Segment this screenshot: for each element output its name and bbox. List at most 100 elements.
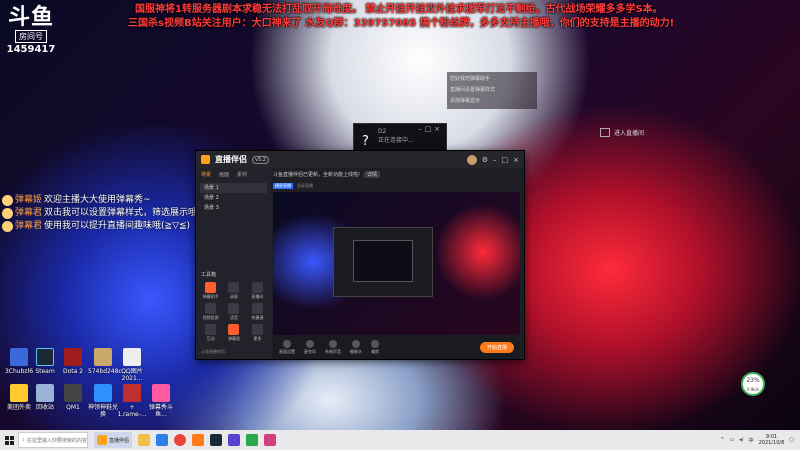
maximize-icon[interactable]: □ xyxy=(502,156,509,164)
taskbar-search[interactable]: ⌕ 在这里输入你要搜索的内容 xyxy=(18,432,88,448)
screen-settings-button[interactable]: 画面设置 xyxy=(279,339,295,355)
voice-icon xyxy=(228,303,240,314)
desktop-icon[interactable]: Steam xyxy=(30,348,60,375)
microphone-icon xyxy=(306,339,314,348)
camera-icon xyxy=(352,339,360,348)
desktop-icon[interactable]: 回收站 xyxy=(30,384,60,411)
notice-detail-button[interactable]: 详情 xyxy=(364,171,381,178)
beauty-button[interactable]: 美颜 xyxy=(371,339,379,355)
danmu-show-icon xyxy=(152,384,170,402)
tool-danmu-jun[interactable]: 弹幕君 xyxy=(222,324,245,342)
tool-record[interactable]: 录屏 xyxy=(222,282,245,300)
menu-item[interactable]: 直播间设置弹幕样式 xyxy=(450,85,534,96)
chat-username: 弹幕君 xyxy=(15,208,43,218)
tool-danmu[interactable]: 弹幕助手 xyxy=(199,282,222,300)
recycle-bin-icon xyxy=(36,384,54,402)
toolbox-grid: 弹幕助手 录屏 直播间 视频投屏 语音 快捷键 互动 弹幕君 更多 xyxy=(199,282,269,342)
chat-username: 弹幕君 xyxy=(15,221,43,231)
tool-interact[interactable]: 互动 xyxy=(199,324,222,342)
steam-icon[interactable] xyxy=(210,434,223,446)
announcement-line-1: 国服神将1转服务器剧本求稳无法打乱取开局难度。 禁止开挂开挂双外挂求援军打法不剩… xyxy=(135,4,663,15)
browser-icon[interactable] xyxy=(156,434,169,446)
image-file-icon xyxy=(123,348,141,366)
tab-material[interactable]: 素材 xyxy=(237,171,247,178)
desktop-icon[interactable]: 弹幕秀斗鱼... xyxy=(146,384,176,418)
steam-icon xyxy=(36,348,54,366)
tool-room[interactable]: 直播间 xyxy=(246,282,269,300)
announcement-line-2: 三国杀s视频B站关注用户：大口神来了 水友Q群：339757085 搞个粉丝牌，… xyxy=(128,18,675,29)
scene-item[interactable]: 场景 1 xyxy=(200,183,267,193)
window-icon xyxy=(600,127,610,137)
control-bar: 画面设置 麦克风 系统声音 摄像头 美颜 开始直播 xyxy=(273,335,520,359)
app-icon xyxy=(10,348,28,366)
desktop-icon[interactable]: Dota 2 xyxy=(58,348,88,375)
avatar[interactable] xyxy=(466,154,477,165)
start-stream-button[interactable]: 开始直播 xyxy=(479,341,514,353)
toolbox-label: 工具箱 xyxy=(201,272,217,278)
scene-list: 场景 1 场景 2 场景 3 xyxy=(196,181,271,215)
scene-item[interactable]: 场景 2 xyxy=(200,193,267,203)
network-icon[interactable]: ▭ xyxy=(729,437,734,443)
chrome-icon[interactable] xyxy=(174,434,187,446)
desktop-icon[interactable]: + 1.rame-... xyxy=(117,384,147,418)
start-button[interactable] xyxy=(0,431,18,449)
desktop-icon[interactable]: QM1 xyxy=(58,384,88,411)
danmu-jun-icon xyxy=(228,324,240,335)
window-controls[interactable]: –□× xyxy=(418,125,443,133)
notification-icon[interactable]: ▢ xyxy=(789,437,794,443)
file-explorer-icon[interactable] xyxy=(138,434,151,446)
tab-scene[interactable]: 场景 xyxy=(201,171,211,178)
tool-voice[interactable]: 语音 xyxy=(222,303,245,321)
settings-icon[interactable]: ⚙ xyxy=(482,156,488,164)
tab-screen[interactable]: 画面 xyxy=(219,171,229,178)
sidebar-footer: 斗鱼直播伴侣 xyxy=(201,349,225,354)
monitor-icon xyxy=(283,339,291,348)
app-icon[interactable] xyxy=(228,434,241,446)
chat-text: 欢迎主播大大使用弹幕秀~ xyxy=(44,195,151,205)
taskbar-active-app[interactable]: 直播伴侣 xyxy=(94,432,133,448)
system-sound-button[interactable]: 系统声音 xyxy=(325,339,341,355)
clock-date: 2021/10/8 xyxy=(758,440,785,446)
chat-message: 弹幕君 双击我可以设置弹幕样式，筛选展示哦~ xyxy=(2,207,205,220)
room-icon xyxy=(251,282,263,293)
notice-row: 斗鱼直播伴侣已更新，全新功能上线啦! 详情 xyxy=(273,168,520,181)
tab-landscape[interactable]: 横屏直播 xyxy=(273,183,293,189)
chat-avatar-icon xyxy=(2,221,13,232)
desktop-icon[interactable]: 574bd248c... xyxy=(88,348,128,375)
tool-more[interactable]: 更多 xyxy=(246,324,269,342)
menu-item[interactable]: 添加弹幕显示 xyxy=(450,96,534,107)
join-label: 进入直播间 xyxy=(614,129,645,137)
camera-button[interactable]: 摄像头 xyxy=(350,339,362,355)
desktop-icon[interactable]: QQ图片2021... xyxy=(117,348,147,382)
menu-item[interactable]: 您好我司弹幕助手 xyxy=(450,74,534,85)
chat-avatar-icon xyxy=(2,195,13,206)
scene-item[interactable]: 场景 3 xyxy=(200,203,267,213)
microphone-button[interactable]: 麦克风 xyxy=(304,339,316,355)
chevron-up-icon[interactable]: ^ xyxy=(720,437,724,443)
desktop-icon[interactable]: 神领神鞋兑换 xyxy=(88,384,118,418)
app-icon[interactable] xyxy=(246,434,259,446)
tab-portrait[interactable]: 竖屏直播 xyxy=(297,183,313,189)
question-icon: ? xyxy=(362,134,369,149)
stream-preview[interactable] xyxy=(273,192,520,340)
minimize-icon[interactable]: – xyxy=(493,156,497,164)
volume-icon[interactable]: ◂) xyxy=(739,437,743,443)
network-speed-badge[interactable]: 23% 0.9k/s xyxy=(741,372,765,396)
clock[interactable]: 9:01 2021/10/8 xyxy=(759,434,785,446)
close-icon[interactable]: × xyxy=(513,156,519,164)
ime-indicator[interactable]: 中 xyxy=(749,437,754,444)
pinned-apps: 直播伴侣 xyxy=(94,432,277,448)
tool-cast[interactable]: 视频投屏 xyxy=(199,303,222,321)
app-icon xyxy=(123,384,141,402)
app-titlebar: 直播伴侣 v5.2 ⚙ – □ × xyxy=(196,151,524,168)
app-icon[interactable] xyxy=(264,434,277,446)
app-icon xyxy=(64,384,82,402)
chat-username: 弹幕姬 xyxy=(15,195,43,205)
notice-text: 斗鱼直播伴侣已更新，全新功能上线啦! xyxy=(273,172,361,178)
join-room-bar[interactable]: 进入直播间 xyxy=(600,126,674,138)
app-icon[interactable] xyxy=(192,434,205,446)
nested-preview-content xyxy=(353,240,413,282)
tool-hotkey[interactable]: 快捷键 xyxy=(246,303,269,321)
interact-icon xyxy=(205,324,217,335)
dota2-icon xyxy=(64,348,82,366)
